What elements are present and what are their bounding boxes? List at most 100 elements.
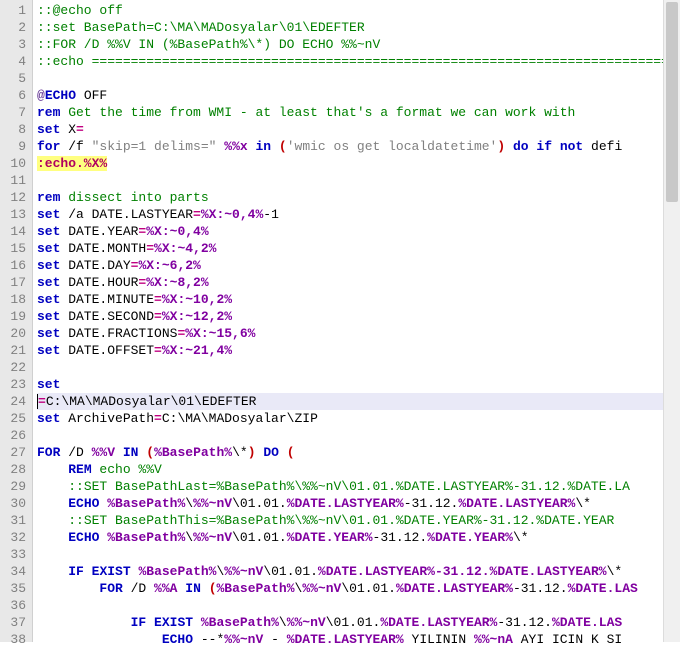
token: %%V [92, 445, 115, 460]
token: IN [185, 581, 201, 596]
code-line[interactable]: set DATE.SECOND=%X:~12,2% [37, 308, 680, 325]
token: %BasePath% [201, 615, 279, 630]
token: YILININ [404, 632, 474, 647]
token [37, 615, 131, 630]
token: \* [607, 564, 623, 579]
token: set [37, 343, 60, 358]
token [37, 530, 68, 545]
code-line[interactable]: set DATE.YEAR=%X:~0,4% [37, 223, 680, 240]
code-line[interactable] [37, 359, 680, 376]
code-line[interactable]: IF EXIST %BasePath%\%%~nV\01.01.%DATE.LA… [37, 614, 680, 631]
code-line[interactable]: set DATE.OFFSET=%X:~21,4% [37, 342, 680, 359]
code-line[interactable]: ECHO %BasePath%\%%~nV\01.01.%DATE.LASTYE… [37, 495, 680, 512]
token: ::SET BasePathThis=%BasePath%\%%~nV\01.0… [68, 513, 614, 528]
code-line[interactable]: ::echo =================================… [37, 53, 680, 70]
token: DO [263, 445, 279, 460]
scrollbar-thumb[interactable] [666, 2, 678, 202]
token: %BasePath% [154, 445, 232, 460]
code-line[interactable]: rem dissect into parts [37, 189, 680, 206]
token: DATE.DAY [60, 258, 130, 273]
code-line[interactable]: set DATE.MINUTE=%X:~10,2% [37, 291, 680, 308]
token: = [76, 122, 84, 137]
token: = [154, 343, 162, 358]
token [115, 445, 123, 460]
token: DATE.SECOND [60, 309, 154, 324]
line-number: 25 [2, 410, 26, 427]
line-number-gutter: 1234567891011121314151617181920212223242… [0, 0, 33, 642]
token: = [146, 241, 154, 256]
code-line[interactable]: ::SET BasePathThis=%BasePath%\%%~nV\01.0… [37, 512, 680, 529]
token: OFF [76, 88, 107, 103]
code-line[interactable]: ::FOR /D %%V IN (%BasePath%\*) DO ECHO %… [37, 36, 680, 53]
line-number: 35 [2, 580, 26, 597]
code-line[interactable]: =C:\MA\MADosyalar\01\EDEFTER [37, 393, 680, 410]
token: %X:~0,4% [201, 207, 263, 222]
code-line[interactable]: ECHO %BasePath%\%%~nV\01.01.%DATE.YEAR%-… [37, 529, 680, 546]
token: = [154, 309, 162, 324]
code-line[interactable]: REM echo %%V [37, 461, 680, 478]
code-line[interactable] [37, 546, 680, 563]
token: ::SET BasePathLast=%BasePath%\%%~nV\01.0… [68, 479, 630, 494]
token [37, 564, 68, 579]
token: ECHO [68, 530, 99, 545]
code-line[interactable]: FOR /D %%A IN (%BasePath%\%%~nV\01.01.%D… [37, 580, 680, 597]
code-line[interactable] [37, 172, 680, 189]
token: :echo.%X% [37, 156, 107, 171]
code-line[interactable]: rem Get the time from WMI - at least tha… [37, 104, 680, 121]
code-line[interactable]: set DATE.HOUR=%X:~8,2% [37, 274, 680, 291]
code-line[interactable]: ::set BasePath=C:\MA\MADosyalar\01\EDEFT… [37, 19, 680, 36]
token: set [37, 241, 60, 256]
token: %%A [154, 581, 177, 596]
token: set [37, 207, 60, 222]
code-line[interactable]: ECHO --*%%~nV - %DATE.LASTYEAR% YILININ … [37, 631, 680, 648]
code-line[interactable]: :echo.%X% [37, 155, 680, 172]
code-editor[interactable]: 1234567891011121314151617181920212223242… [0, 0, 680, 642]
token: -31.12. [513, 581, 568, 596]
token [37, 632, 162, 647]
token: -31.12. [404, 496, 459, 511]
code-line[interactable]: IF EXIST %BasePath%\%%~nV\01.01.%DATE.LA… [37, 563, 680, 580]
token [146, 615, 154, 630]
token [84, 564, 92, 579]
code-line[interactable]: ::@echo off [37, 2, 680, 19]
line-number: 36 [2, 597, 26, 614]
token: %X:~4,2% [154, 241, 216, 256]
code-line[interactable]: set DATE.MONTH=%X:~4,2% [37, 240, 680, 257]
code-line[interactable] [37, 70, 680, 87]
token [37, 513, 68, 528]
code-line[interactable]: set X= [37, 121, 680, 138]
token: 'wmic os get localdatetime' [287, 139, 498, 154]
token: = [193, 207, 201, 222]
token: ) [248, 445, 256, 460]
token: %DATE.YEAR% [287, 530, 373, 545]
code-line[interactable] [37, 427, 680, 444]
line-number: 2 [2, 19, 26, 36]
token: %%~nA [474, 632, 513, 647]
token: set [37, 326, 60, 341]
line-number: 18 [2, 291, 26, 308]
token: - [263, 632, 286, 647]
token: rem [37, 105, 60, 120]
token: DATE.FRACTIONS [60, 326, 177, 341]
token: C:\MA\MADosyalar\01\EDEFTER [46, 394, 257, 409]
code-line[interactable]: set DATE.FRACTIONS=%X:~15,6% [37, 325, 680, 342]
token: %X:~10,2% [162, 292, 232, 307]
token [37, 462, 68, 477]
token: ( [279, 139, 287, 154]
token: do [513, 139, 529, 154]
token: "skip=1 delims=" [92, 139, 217, 154]
code-line[interactable] [37, 597, 680, 614]
code-line[interactable]: FOR /D %%V IN (%BasePath%\*) DO ( [37, 444, 680, 461]
code-line[interactable]: set /a DATE.LASTYEAR=%X:~0,4%-1 [37, 206, 680, 223]
code-area[interactable]: ::@echo off::set BasePath=C:\MA\MADosyal… [33, 0, 680, 642]
code-line[interactable]: set [37, 376, 680, 393]
token: ECHO [45, 88, 76, 103]
vertical-scrollbar[interactable] [663, 0, 680, 642]
token: rem [37, 190, 60, 205]
code-line[interactable]: set DATE.DAY=%X:~6,2% [37, 257, 680, 274]
code-line[interactable]: ::SET BasePathLast=%BasePath%\%%~nV\01.0… [37, 478, 680, 495]
code-line[interactable]: @ECHO OFF [37, 87, 680, 104]
code-line[interactable]: set ArchivePath=C:\MA\MADosyalar\ZIP [37, 410, 680, 427]
code-line[interactable]: for /f "skip=1 delims=" %%x in ('wmic os… [37, 138, 680, 155]
token: X [60, 122, 76, 137]
